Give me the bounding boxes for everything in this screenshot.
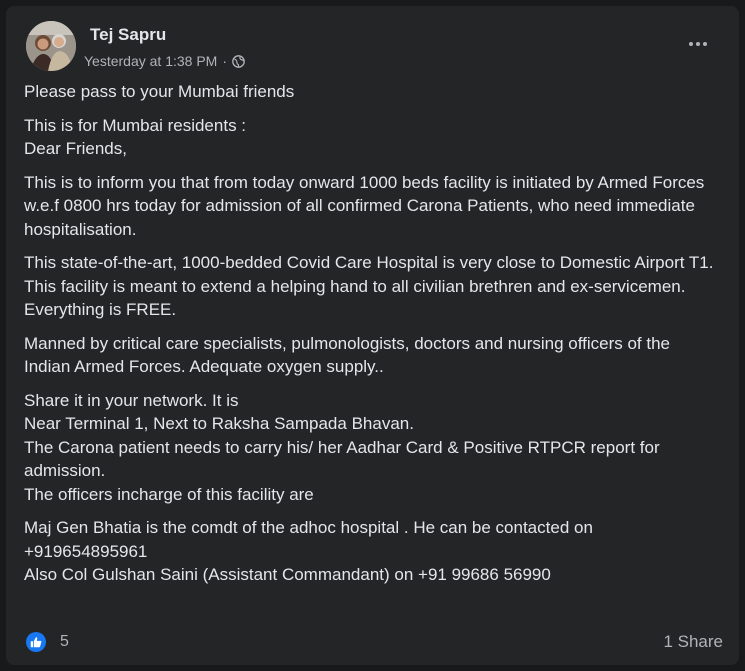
post-meta: Yesterday at 1:38 PM ·: [84, 53, 245, 69]
post-paragraph: This is to inform you that from today on…: [24, 172, 705, 239]
post-paragraph: Maj Gen Bhatia is the comdt of the adhoc…: [24, 518, 593, 584]
globe-icon[interactable]: [232, 54, 245, 68]
post-paragraph: Share it in your network. It is Near Ter…: [24, 390, 660, 504]
post-footer: 5 1 Share: [26, 630, 723, 654]
post-text: Please pass to your Mumbai friends This …: [24, 80, 714, 597]
post-timestamp[interactable]: Yesterday at 1:38 PM: [84, 53, 217, 69]
meta-separator: ·: [222, 53, 228, 69]
reaction-count[interactable]: 5: [60, 633, 69, 651]
post-card: Tej Sapru Yesterday at 1:38 PM · Please …: [6, 6, 739, 665]
post-paragraph: Manned by critical care specialists, pul…: [24, 333, 671, 377]
post-paragraph: Please pass to your Mumbai friends: [24, 82, 295, 101]
like-icon[interactable]: [26, 632, 46, 652]
author-name[interactable]: Tej Sapru: [90, 25, 166, 45]
more-options-icon[interactable]: [682, 32, 714, 56]
post-paragraph: This is for Mumbai residents : Dear Frie…: [24, 115, 247, 159]
post-paragraph: This state-of-the-art, 1000-bedded Covid…: [24, 253, 714, 319]
reactions-summary[interactable]: 5: [26, 632, 69, 652]
share-count[interactable]: 1 Share: [663, 632, 723, 652]
avatar[interactable]: [26, 21, 76, 71]
profile-photo: [26, 21, 76, 71]
